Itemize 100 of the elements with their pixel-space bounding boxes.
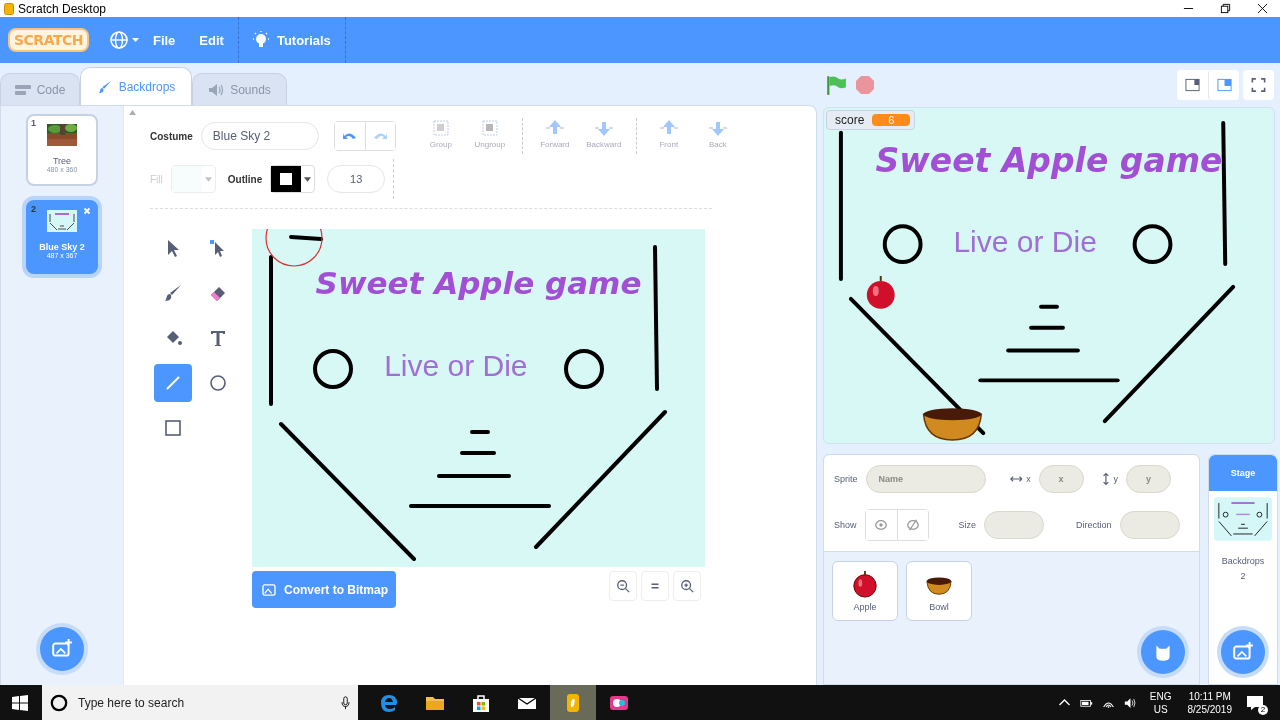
microphone-icon[interactable]	[341, 695, 350, 710]
outline-swatch[interactable]	[270, 165, 316, 193]
text-icon	[208, 328, 228, 348]
lightbulb-icon	[250, 30, 271, 50]
convert-to-bitmap-button[interactable]: Convert to Bitmap	[252, 571, 396, 608]
selected-line[interactable]	[289, 235, 323, 241]
fill-swatch[interactable]	[170, 165, 216, 193]
browser-icon[interactable]	[379, 692, 399, 713]
y-label: y	[1113, 474, 1118, 484]
circle-icon	[208, 373, 228, 393]
x-field[interactable]: x	[1038, 465, 1084, 493]
show-label: Show	[834, 520, 857, 530]
ring[interactable]	[564, 349, 604, 389]
editor-tab[interactable]: Sounds	[192, 73, 287, 105]
flag-button[interactable]	[825, 74, 847, 96]
outline-width-field[interactable]: 13	[327, 165, 386, 193]
monitor-value: 6	[872, 114, 911, 126]
direction-field[interactable]	[1119, 511, 1180, 539]
menu-item[interactable]: Tutorials	[276, 32, 331, 48]
notifications-icon[interactable]	[1246, 694, 1264, 711]
wall-line[interactable]	[653, 245, 659, 391]
region-indicator[interactable]: US	[1153, 702, 1168, 716]
fullscreen-button[interactable]	[1243, 70, 1274, 100]
step-line	[1039, 304, 1059, 309]
zoom-in-icon	[680, 579, 694, 593]
horizontal-arrows-icon	[1009, 474, 1023, 484]
x-label: x	[1026, 474, 1031, 484]
size-label: Size	[958, 520, 977, 530]
add-backdrop-button[interactable]	[1221, 630, 1265, 674]
sprite-tile[interactable]: Bowl	[906, 561, 972, 621]
zoom-in-button[interactable]	[673, 571, 701, 601]
menu-item[interactable]: Edit	[199, 32, 224, 48]
sprite-label: Sprite	[834, 474, 858, 484]
backdrops-label: Backdrops	[1221, 556, 1265, 566]
click-highlight	[265, 229, 323, 267]
fullscreen-icon	[1251, 78, 1266, 92]
backdrop-name: Tree	[52, 156, 72, 166]
circle-icon	[50, 693, 68, 712]
taskbar-search-field[interactable]: Type here to search	[42, 685, 358, 720]
stage-subtitle: Live or Die	[953, 225, 1097, 259]
store-icon[interactable]	[471, 692, 491, 713]
group-icon	[430, 118, 451, 138]
vertical-arrows-icon	[1101, 471, 1110, 487]
search-placeholder: Type here to search	[78, 695, 185, 710]
stage-header: Stage	[1209, 455, 1277, 491]
ring[interactable]	[313, 349, 353, 389]
zoom-out-button[interactable]	[609, 571, 637, 601]
diagonal-line[interactable]	[279, 422, 416, 561]
scratch-logo[interactable]: SCRATCH	[8, 28, 89, 52]
speaker-icon[interactable]	[1123, 696, 1137, 709]
eye-icon	[874, 519, 888, 531]
sprite-tile[interactable]: Apple	[832, 561, 898, 621]
apple-icon	[851, 570, 879, 598]
sprite-name: Bowl	[929, 602, 949, 612]
sprite-name: Apple	[853, 602, 877, 612]
app-icon	[4, 2, 14, 15]
step-line[interactable]	[470, 430, 490, 434]
backdrop-number: 1	[31, 118, 36, 128]
menu-item[interactable]: File	[152, 32, 176, 48]
globe-icon[interactable]	[108, 30, 141, 50]
restore-icon[interactable]	[1220, 3, 1231, 14]
image-icon	[262, 583, 276, 596]
brush-icon	[163, 283, 183, 303]
costume-name-field[interactable]: Blue Sky 2	[200, 122, 319, 150]
speaker-icon	[208, 82, 225, 97]
step-line[interactable]	[460, 451, 496, 455]
brush-icon	[96, 79, 113, 94]
undo-icon	[341, 130, 358, 142]
stage[interactable]: score 6 Sweet Apple game Live or Die	[823, 107, 1275, 444]
redo-icon	[372, 130, 389, 142]
editor-tab[interactable]: Backdrops	[80, 67, 192, 105]
zoom-out-icon	[616, 579, 630, 593]
backdrop-thumbnail[interactable]	[1214, 497, 1272, 541]
editor-tab[interactable]: Code	[0, 73, 80, 105]
monitor-label: score	[835, 113, 865, 127]
windows-start-icon[interactable]	[12, 694, 28, 711]
costume-label: Costume	[150, 130, 193, 142]
square-icon	[163, 418, 183, 438]
window-title: Scratch Desktop	[18, 1, 107, 16]
notification-count: 2	[1258, 704, 1268, 715]
sprite-name-field[interactable]: Name	[865, 465, 986, 493]
close-icon[interactable]	[1257, 3, 1268, 14]
backdrops-count: 2	[1240, 571, 1246, 581]
diagonal-line[interactable]	[534, 410, 667, 549]
bowl-sprite[interactable]	[922, 408, 983, 441]
add-sprite-button[interactable]	[1141, 630, 1185, 674]
paint-canvas[interactable]: Sweet Apple game Live or Die	[252, 229, 705, 567]
canvas-subtitle: Live or Die	[384, 348, 528, 383]
backdrop-name: Blue Sky 2	[39, 242, 85, 252]
y-field[interactable]: y	[1126, 465, 1171, 493]
clock-time[interactable]: 10:11 PM	[1188, 689, 1231, 703]
language-indicator[interactable]: ENG	[1149, 689, 1172, 703]
size-field[interactable]	[984, 511, 1045, 539]
apple-sprite[interactable]	[866, 275, 895, 309]
add-backdrop-button[interactable]	[40, 627, 84, 671]
eye-slash-icon	[905, 519, 920, 531]
stage-title: Sweet Apple game	[875, 140, 1223, 180]
clock-date[interactable]: 8/25/2019	[1187, 702, 1232, 716]
backdrop-thumbnail	[47, 210, 77, 232]
large-stage-button[interactable]	[1208, 70, 1239, 100]
